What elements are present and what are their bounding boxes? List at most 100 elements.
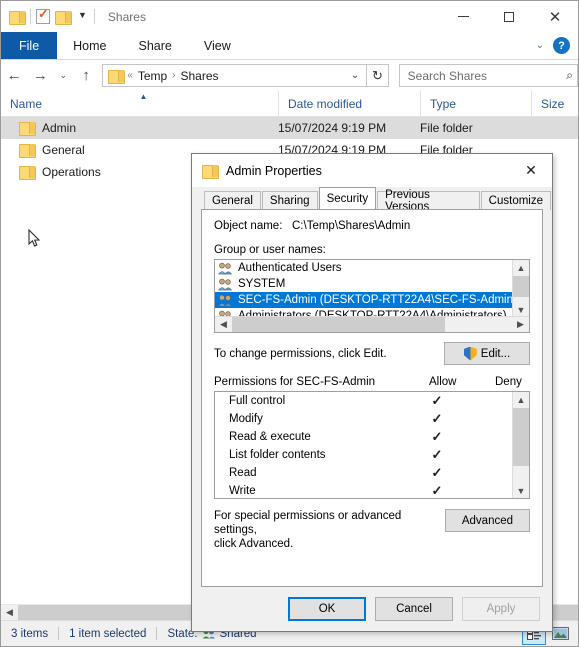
tab-sharing[interactable]: Sharing [261, 191, 318, 210]
folder-icon[interactable] [9, 10, 26, 25]
table-row[interactable]: Modify ✓ [215, 410, 512, 428]
permission-name: Read [229, 467, 257, 479]
principals-listbox[interactable]: Authenticated Users SYSTEM SEC-FS-Admin … [214, 259, 530, 333]
column-header-type[interactable]: Type [420, 90, 531, 117]
breadcrumb-bar[interactable]: « Temp › Shares ⌄ [102, 64, 368, 87]
list-item[interactable]: Authenticated Users [215, 260, 512, 276]
allow-checkmark-icon[interactable]: ✓ [428, 447, 446, 463]
file-type-cell: File folder [420, 121, 473, 135]
list-item-label: SEC-FS-Admin (DESKTOP-RTT22A4\SEC-FS-Adm… [238, 294, 517, 306]
file-name-label: Admin [42, 121, 77, 135]
tab-customize[interactable]: Customize [480, 191, 551, 210]
window-title: Shares [107, 9, 146, 24]
search-icon[interactable]: ⌕ [566, 68, 573, 83]
dialog-close-button[interactable]: ✕ [510, 155, 552, 187]
recent-locations-button[interactable]: ⌄ [54, 63, 73, 89]
ribbon-tab-bar: File Home Share View ⌄ ? [1, 32, 578, 60]
advanced-hint-line2: click Advanced. [214, 538, 294, 550]
close-button[interactable]: ✕ [532, 1, 578, 32]
address-dropdown-icon[interactable]: ⌄ [346, 70, 364, 81]
minimize-icon [457, 16, 469, 17]
advanced-hint-line1: For special permissions or advanced sett… [214, 510, 402, 536]
breadcrumb-shares[interactable]: Shares [179, 69, 221, 83]
scroll-up-icon[interactable]: ▲ [513, 260, 529, 276]
tab-security[interactable]: Security [318, 187, 377, 209]
apply-button[interactable]: Apply [462, 597, 540, 621]
allow-checkmark-icon[interactable]: ✓ [428, 393, 446, 409]
list-item-selected[interactable]: SEC-FS-Admin (DESKTOP-RTT22A4\SEC-FS-Adm… [215, 292, 517, 308]
tab-previous-versions[interactable]: Previous Versions [377, 189, 480, 213]
breadcrumb-folder-icon [108, 69, 126, 84]
allow-checkmark-icon[interactable]: ✓ [428, 429, 446, 445]
up-button[interactable]: ↑ [73, 63, 99, 89]
permissions-vertical-scrollbar[interactable]: ▲ ▼ [512, 392, 529, 498]
column-header-date-modified[interactable]: Date modified [278, 90, 420, 117]
scroll-right-icon[interactable]: ▶ [512, 319, 529, 330]
scrollbar-thumb[interactable] [513, 276, 529, 297]
tab-general[interactable]: General [204, 191, 261, 210]
scroll-down-icon[interactable]: ▼ [513, 483, 529, 498]
customize-dropdown-icon[interactable]: ▼ [76, 11, 89, 20]
column-header-name[interactable]: ▲ Name [1, 91, 278, 117]
permissions-listbox[interactable]: Full control ✓ Modify ✓ Read & execute ✓ [214, 391, 530, 499]
ribbon-tab-home[interactable]: Home [57, 32, 122, 59]
table-row[interactable]: List folder contents ✓ [215, 446, 512, 464]
ok-button[interactable]: OK [288, 597, 366, 621]
maximize-button[interactable] [486, 1, 532, 32]
allow-column-label: Allow [429, 376, 457, 388]
listbox-horizontal-scrollbar[interactable]: ◀ ▶ [215, 316, 529, 332]
table-row[interactable]: Read & execute ✓ [215, 428, 512, 446]
folder-icon [19, 143, 36, 158]
permission-name: Read & execute [229, 431, 311, 443]
scrollbar-track[interactable] [232, 316, 512, 332]
cancel-button[interactable]: Cancel [375, 597, 453, 621]
search-input[interactable]: Search Shares ⌕ [398, 64, 578, 87]
ribbon-tab-share[interactable]: Share [123, 32, 188, 59]
ribbon-tab-file[interactable]: File [1, 32, 58, 59]
scrollbar-thumb[interactable] [513, 408, 529, 466]
column-header-size[interactable]: Size [531, 90, 578, 117]
file-name-label: General [42, 143, 85, 157]
forward-button[interactable]: → [27, 63, 53, 89]
group-or-user-names-label: Group or user names: [214, 244, 326, 256]
new-folder-icon[interactable] [55, 10, 72, 25]
advanced-button[interactable]: Advanced [444, 509, 530, 532]
minimize-button[interactable] [440, 1, 486, 32]
allow-checkmark-icon[interactable]: ✓ [428, 465, 446, 481]
allow-checkmark-icon[interactable]: ✓ [428, 483, 446, 498]
scroll-left-icon[interactable]: ◀ [215, 319, 232, 330]
back-button[interactable]: ← [1, 63, 27, 89]
permissions-header: Permissions for SEC-FS-Admin Allow Deny [214, 376, 530, 388]
table-row[interactable]: Write ✓ [215, 482, 512, 498]
refresh-button[interactable]: ↻ [367, 64, 389, 87]
ribbon-tab-view[interactable]: View [188, 32, 247, 59]
list-item[interactable]: SYSTEM [215, 276, 512, 292]
breadcrumb-separator-icon[interactable]: › [169, 70, 178, 81]
deny-column-label: Deny [495, 376, 522, 388]
chevron-down-icon[interactable]: ⌄ [536, 40, 544, 51]
scrollbar-thumb[interactable] [232, 316, 445, 332]
dialog-title: Admin Properties [226, 163, 322, 178]
breadcrumb-temp[interactable]: Temp [136, 69, 169, 83]
admin-properties-dialog: Admin Properties ✕ General Sharing Secur… [191, 153, 553, 632]
dialog-title-bar: Admin Properties ✕ [192, 154, 552, 187]
allow-checkmark-icon[interactable]: ✓ [428, 411, 446, 427]
principals-rows: Authenticated Users SYSTEM SEC-FS-Admin … [215, 260, 517, 322]
users-icon [218, 262, 233, 275]
scroll-left-icon[interactable]: ◀ [1, 607, 18, 618]
edit-button[interactable]: Edit... [444, 342, 530, 365]
permission-name: Full control [229, 395, 286, 407]
file-name-cell: Admin [1, 121, 77, 136]
properties-icon[interactable] [36, 6, 50, 24]
table-row[interactable]: Full control ✓ [215, 392, 512, 410]
caption-buttons: ✕ [440, 1, 578, 32]
listbox-vertical-scrollbar[interactable]: ▲ ▼ [512, 260, 529, 318]
maximize-icon [504, 11, 514, 22]
table-row[interactable]: Admin 15/07/2024 9:19 PM File folder [1, 117, 578, 139]
scroll-up-icon[interactable]: ▲ [513, 392, 529, 408]
help-icon[interactable]: ? [553, 37, 570, 54]
breadcrumb-overflow[interactable]: « [124, 70, 136, 81]
table-row[interactable]: Read ✓ [215, 464, 512, 482]
file-name-cell: General [1, 143, 85, 158]
toolbar-divider-2 [93, 9, 95, 24]
